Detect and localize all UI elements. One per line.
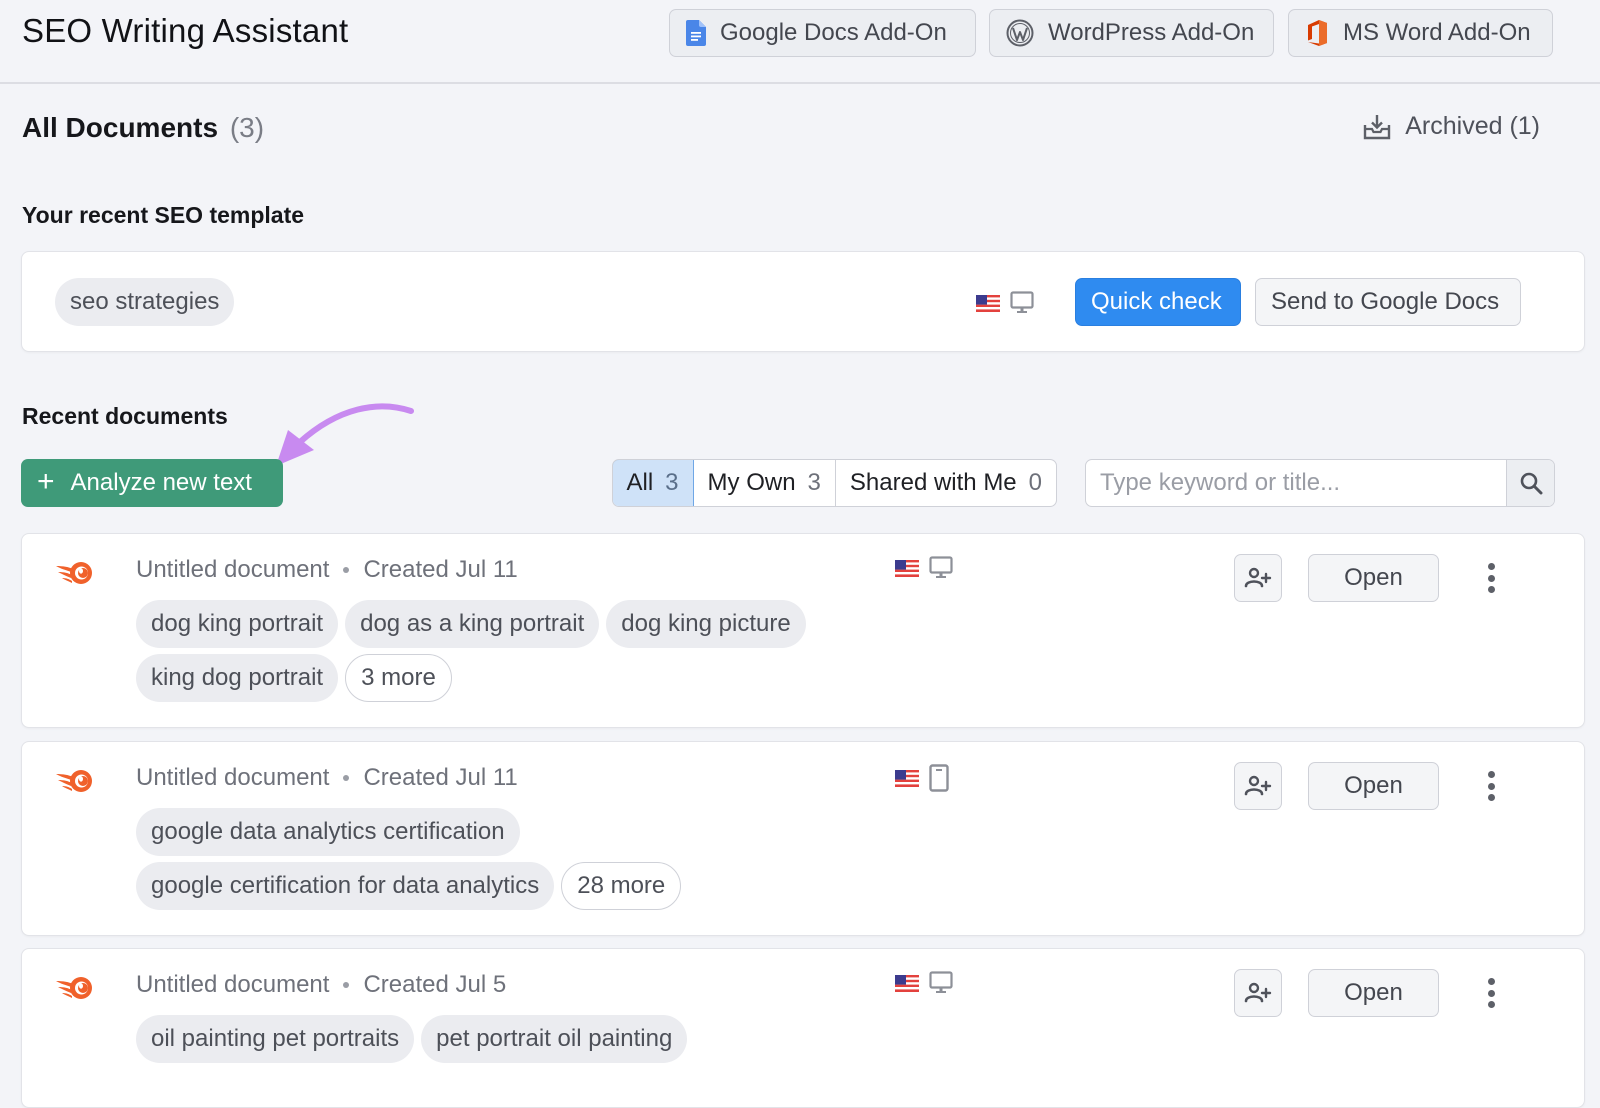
all-documents-count: (3)	[229, 112, 265, 143]
add-user-icon	[1244, 982, 1272, 1003]
add-user-icon	[1244, 775, 1272, 796]
filter-tab-all[interactable]: All 3	[613, 460, 694, 506]
quick-check-button[interactable]: Quick check	[1075, 278, 1241, 326]
more-options-icon[interactable]	[1478, 975, 1504, 1011]
more-options-icon[interactable]	[1478, 768, 1504, 804]
document-search	[1085, 459, 1555, 507]
share-document-button[interactable]	[1234, 969, 1282, 1017]
keyword-chip: king dog portrait	[136, 654, 339, 702]
send-to-google-docs-button[interactable]: Send to Google Docs	[1255, 278, 1521, 326]
document-created-date: Created Jul 5	[363, 971, 507, 998]
filter-tab-label: Shared with Me	[849, 469, 1017, 496]
share-document-button[interactable]	[1234, 762, 1282, 810]
ms-word-addon-button[interactable]: MS Word Add-On	[1288, 9, 1553, 57]
keyword-chip: google data analytics certification	[136, 808, 520, 856]
separator-dot	[343, 775, 350, 781]
document-meta: Untitled document Created Jul 11	[136, 764, 518, 792]
us-flag-icon	[895, 769, 919, 787]
filter-tab-label: All	[626, 469, 654, 496]
open-document-button[interactable]: Open	[1308, 969, 1439, 1017]
share-document-button[interactable]	[1234, 554, 1282, 602]
document-filter-tabs: All 3 My Own 3 Shared with Me 0	[612, 459, 1058, 507]
semrush-logo-icon	[56, 770, 92, 792]
filter-tab-count: 0	[1028, 469, 1043, 496]
desktop-icon	[1010, 291, 1034, 313]
mobile-icon	[929, 764, 949, 792]
archived-label: Archived (1)	[1405, 112, 1540, 140]
analyze-new-text-button[interactable]: + Analyze new text	[21, 459, 283, 507]
search-input[interactable]	[1086, 460, 1506, 506]
desktop-icon	[929, 971, 953, 993]
top-bar: SEO Writing Assistant Google Docs Add-On…	[0, 0, 1600, 84]
more-options-icon[interactable]	[1478, 560, 1504, 596]
document-keywords: google data analytics certification googl…	[136, 808, 736, 910]
document-settings	[895, 971, 953, 995]
document-card: Untitled document Created Jul 11 google …	[21, 741, 1585, 936]
document-title[interactable]: Untitled document	[136, 971, 329, 999]
keyword-chip: google certification for data analytics	[136, 862, 555, 910]
archived-link[interactable]: Archived (1)	[1363, 112, 1540, 141]
ms-word-addon-label: MS Word Add-On	[1343, 19, 1531, 46]
add-user-icon	[1244, 567, 1272, 588]
document-created-date: Created Jul 11	[363, 764, 518, 791]
filter-tab-count: 3	[807, 469, 821, 496]
open-document-button[interactable]: Open	[1308, 554, 1439, 602]
document-card: Untitled document Created Jul 5 oil pain…	[21, 948, 1585, 1108]
ms-office-icon	[1308, 20, 1327, 46]
keyword-chip: dog king picture	[606, 600, 806, 648]
seo-template-card: seo strategies Quick check Send to Googl…	[21, 251, 1585, 352]
document-settings	[895, 556, 953, 580]
annotation-arrow-icon	[276, 403, 414, 466]
us-flag-icon	[895, 974, 919, 992]
more-keywords-chip[interactable]: 28 more	[561, 862, 682, 910]
keyword-chip: dog as a king portrait	[345, 600, 600, 648]
document-settings	[895, 764, 949, 792]
app-title: SEO Writing Assistant	[22, 12, 349, 49]
search-button[interactable]	[1506, 460, 1554, 506]
document-meta: Untitled document Created Jul 11	[136, 556, 518, 584]
us-flag-icon	[976, 294, 1000, 312]
document-title[interactable]: Untitled document	[136, 556, 329, 584]
google-docs-addon-label: Google Docs Add-On	[720, 19, 947, 46]
keyword-chip: pet portrait oil painting	[421, 1015, 688, 1063]
wordpress-icon	[1006, 19, 1034, 47]
template-keyword-chip: seo strategies	[55, 278, 235, 326]
recent-documents-heading: Recent documents	[22, 403, 228, 429]
document-created-date: Created Jul 11	[363, 556, 518, 583]
document-card: Untitled document Created Jul 11 dog kin…	[21, 533, 1585, 728]
more-keywords-chip[interactable]: 3 more	[345, 654, 452, 702]
document-keywords: dog king portrait dog as a king portrait d…	[136, 600, 876, 702]
semrush-logo-icon	[56, 562, 92, 584]
keyword-chip: dog king portrait	[136, 600, 339, 648]
all-documents-heading: All Documents (3)	[22, 112, 264, 144]
document-meta: Untitled document Created Jul 5	[136, 971, 506, 999]
open-document-button[interactable]: Open	[1308, 762, 1439, 810]
plus-icon: +	[37, 464, 55, 498]
filter-tab-my-own[interactable]: My Own 3	[694, 460, 836, 506]
document-title[interactable]: Untitled document	[136, 764, 329, 792]
document-keywords: oil painting pet portraits pet portrait o…	[136, 1015, 916, 1063]
google-docs-icon	[686, 20, 706, 46]
filter-tab-count: 3	[665, 469, 679, 496]
search-icon	[1520, 472, 1542, 495]
desktop-icon	[929, 556, 953, 578]
separator-dot	[343, 567, 350, 573]
filter-tab-label: My Own	[707, 469, 796, 496]
wordpress-addon-button[interactable]: WordPress Add-On	[989, 9, 1274, 57]
template-settings	[976, 291, 1034, 315]
us-flag-icon	[895, 559, 919, 577]
keyword-chip: oil painting pet portraits	[136, 1015, 415, 1063]
google-docs-addon-button[interactable]: Google Docs Add-On	[669, 9, 976, 57]
filter-tab-shared-with-me[interactable]: Shared with Me 0	[836, 460, 1056, 506]
analyze-new-text-label: Analyze new text	[70, 469, 252, 496]
recent-template-heading: Your recent SEO template	[22, 202, 305, 228]
archive-download-icon	[1364, 114, 1391, 139]
separator-dot	[343, 982, 350, 988]
wordpress-addon-label: WordPress Add-On	[1048, 19, 1255, 46]
all-documents-title: All Documents	[22, 112, 219, 143]
semrush-logo-icon	[56, 977, 92, 999]
